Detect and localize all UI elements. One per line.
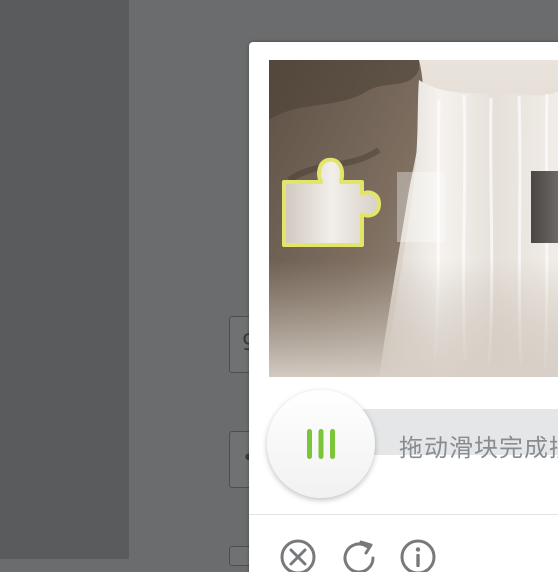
puzzle-piece[interactable] <box>279 148 389 248</box>
puzzle-background-image <box>269 60 558 377</box>
slider-captcha-dialog: 拖动滑块完成拼图 <box>249 42 558 572</box>
close-circle-icon <box>280 539 316 572</box>
background-sidebar <box>0 0 129 559</box>
toolbar-divider <box>249 514 558 515</box>
info-icon <box>400 539 436 572</box>
refresh-icon <box>343 540 375 572</box>
slider-handle[interactable] <box>267 390 375 498</box>
refresh-button[interactable] <box>339 538 377 572</box>
close-button[interactable] <box>279 538 317 572</box>
slider-hint-text: 拖动滑块完成拼图 <box>399 434 558 462</box>
grip-icon <box>307 429 335 459</box>
info-button[interactable] <box>399 538 437 572</box>
